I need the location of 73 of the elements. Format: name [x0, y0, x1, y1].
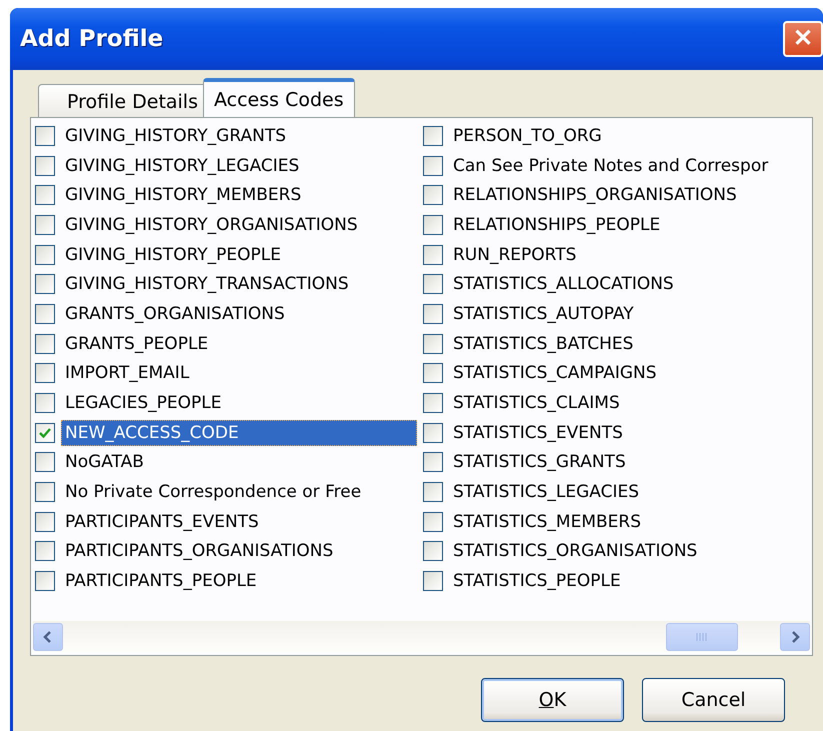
checkbox[interactable]	[423, 571, 443, 592]
ok-button[interactable]: OK	[481, 678, 624, 722]
list-item[interactable]: Can See Private Notes and Correspor	[449, 152, 772, 179]
checkbox[interactable]	[423, 214, 443, 235]
list-item[interactable]: STATISTICS_EVENTS	[449, 420, 627, 446]
checkbox[interactable]	[35, 422, 55, 443]
checkbox[interactable]	[35, 274, 55, 294]
checkbox[interactable]	[35, 482, 55, 502]
checkbox[interactable]	[35, 452, 55, 472]
list-item[interactable]: STATISTICS_GRANTS	[449, 449, 630, 476]
checkbox[interactable]	[35, 334, 55, 354]
list-item[interactable]: PERSON_TO_ORG	[449, 122, 606, 149]
checkbox[interactable]	[423, 422, 443, 443]
list-item[interactable]: GIVING_HISTORY_MEMBERS	[61, 182, 306, 208]
list-item[interactable]: STATISTICS_ALLOCATIONS	[449, 271, 678, 298]
checkbox[interactable]	[35, 156, 55, 176]
list-item[interactable]: GIVING_HISTORY_LEGACIES	[61, 152, 304, 179]
checkbox[interactable]	[423, 156, 443, 176]
list-item[interactable]: STATISTICS_CAMPAIGNS	[449, 360, 661, 386]
checkbox[interactable]	[35, 126, 55, 146]
checkbox[interactable]	[35, 304, 55, 324]
checkbox[interactable]	[423, 274, 443, 294]
list-item[interactable]: STATISTICS_PEOPLE	[449, 568, 625, 594]
window-title: Add Profile	[20, 26, 164, 52]
list-item[interactable]: STATISTICS_MEMBERS	[449, 508, 645, 535]
list-item[interactable]: STATISTICS_CLAIMS	[449, 390, 624, 416]
checkbox[interactable]	[423, 185, 443, 206]
list-item[interactable]: IMPORT_EMAIL	[61, 360, 194, 386]
list-item[interactable]: PARTICIPANTS_PEOPLE	[61, 568, 261, 594]
list-item[interactable]: GRANTS_PEOPLE	[61, 330, 212, 357]
checkbox[interactable]	[423, 304, 443, 324]
check-icon	[38, 426, 52, 440]
list-item[interactable]: NoGATAB	[61, 449, 148, 476]
list-item[interactable]: STATISTICS_AUTOPAY	[449, 300, 638, 327]
checkbox[interactable]	[423, 541, 443, 562]
checkbox[interactable]	[423, 482, 443, 502]
list-item[interactable]: RELATIONSHIPS_PEOPLE	[449, 212, 664, 238]
list-item[interactable]: PARTICIPANTS_ORGANISATIONS	[61, 538, 338, 564]
checkbox[interactable]	[35, 214, 55, 235]
list-item[interactable]: No Private Correspondence or Free	[61, 479, 366, 506]
checkbox[interactable]	[423, 244, 443, 265]
list-item[interactable]: STATISTICS_LEGACIES	[449, 479, 644, 506]
checkbox[interactable]	[423, 126, 443, 146]
list-item[interactable]: GIVING_HISTORY_TRANSACTIONS	[61, 271, 353, 298]
scroll-left-button[interactable]	[33, 623, 63, 651]
list-item[interactable]: PARTICIPANTS_EVENTS	[61, 508, 263, 535]
list-item[interactable]: NEW_ACCESS_CODE	[61, 420, 417, 446]
checkbox[interactable]	[423, 512, 443, 532]
checkbox[interactable]	[423, 363, 443, 384]
checkbox[interactable]	[35, 541, 55, 562]
list-item[interactable]: GIVING_HISTORY_GRANTS	[61, 122, 290, 149]
checkbox[interactable]	[35, 363, 55, 384]
list-item[interactable]: RELATIONSHIPS_ORGANISATIONS	[449, 182, 741, 208]
checkbox[interactable]	[423, 334, 443, 354]
cancel-button[interactable]: Cancel	[642, 678, 785, 722]
list-item[interactable]: STATISTICS_ORGANISATIONS	[449, 538, 702, 564]
tab[interactable]: Access Codes	[203, 78, 355, 117]
horizontal-scrollbar[interactable]	[33, 621, 810, 653]
list-item[interactable]: GIVING_HISTORY_ORGANISATIONS	[61, 212, 362, 238]
list-item[interactable]: LEGACIES_PEOPLE	[61, 390, 226, 416]
list-item[interactable]: STATISTICS_BATCHES	[449, 330, 638, 357]
list-item[interactable]: GIVING_HISTORY_PEOPLE	[61, 242, 286, 268]
checkbox[interactable]	[35, 393, 55, 414]
scroll-thumb[interactable]	[666, 623, 738, 651]
checkbox[interactable]	[35, 571, 55, 592]
scroll-right-button[interactable]	[780, 623, 810, 651]
checkbox[interactable]	[35, 244, 55, 265]
checkbox[interactable]	[423, 393, 443, 414]
checkbox[interactable]	[35, 512, 55, 532]
checkbox[interactable]	[35, 185, 55, 206]
checkbox[interactable]	[423, 452, 443, 472]
list-item[interactable]: RUN_REPORTS	[449, 242, 580, 268]
list-item[interactable]: GRANTS_ORGANISATIONS	[61, 300, 289, 327]
